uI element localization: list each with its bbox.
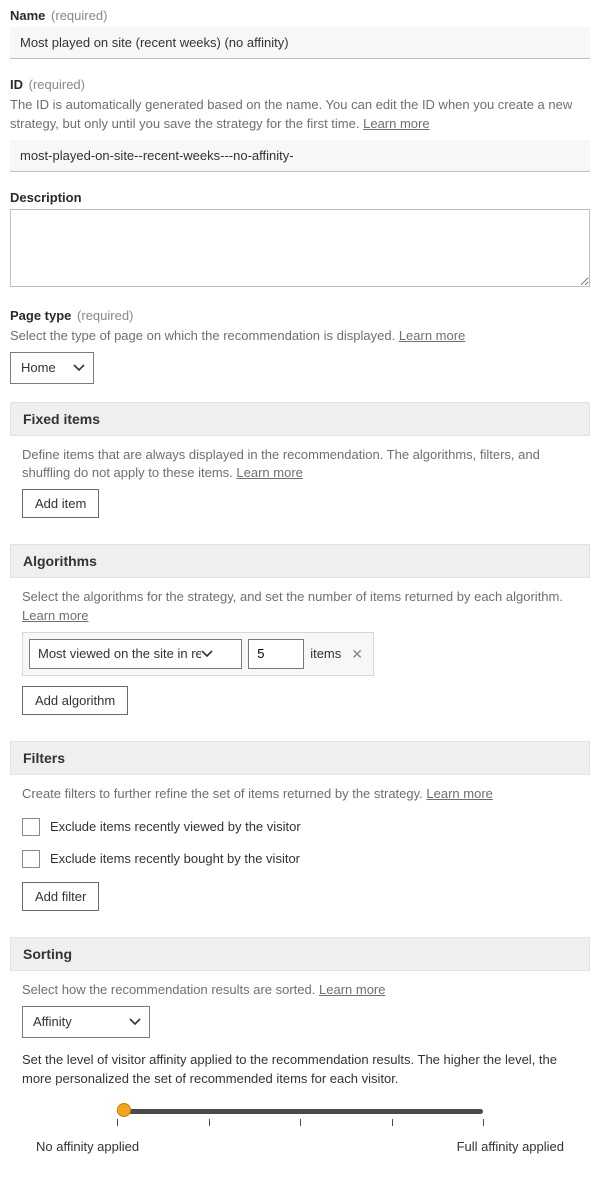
affinity-description: Set the level of visitor affinity applie…	[22, 1050, 578, 1089]
slider-thumb[interactable]	[117, 1103, 131, 1117]
name-input[interactable]	[10, 27, 590, 59]
affinity-slider[interactable]	[117, 1107, 483, 1117]
name-label: Name (required)	[10, 8, 590, 23]
page-type-required: (required)	[77, 308, 133, 323]
sorting-header: Sorting	[10, 937, 590, 971]
description-field: Description	[10, 190, 590, 290]
id-label: ID (required)	[10, 77, 590, 92]
add-item-button[interactable]: Add item	[22, 489, 99, 518]
chevron-down-icon	[201, 650, 213, 658]
slider-tick	[300, 1119, 301, 1126]
sorting-body: Select how the recommendation results ar…	[10, 971, 590, 1170]
algorithms-header: Algorithms	[10, 544, 590, 578]
page-type-value: Home	[21, 360, 56, 375]
description-label-text: Description	[10, 190, 82, 205]
id-help-text: The ID is automatically generated based …	[10, 97, 572, 131]
fixed-items-header: Fixed items	[10, 402, 590, 436]
exclude-viewed-checkbox[interactable]	[22, 818, 40, 836]
exclude-bought-row: Exclude items recently bought by the vis…	[22, 850, 578, 868]
exclude-bought-checkbox[interactable]	[22, 850, 40, 868]
slider-labels: No affinity applied Full affinity applie…	[22, 1139, 578, 1154]
slider-tick	[483, 1119, 484, 1126]
algorithms-learn-more-link[interactable]: Learn more	[22, 608, 88, 623]
filters-body: Create filters to further refine the set…	[10, 775, 590, 927]
filters-help-text: Create filters to further refine the set…	[22, 786, 423, 801]
description-label: Description	[10, 190, 590, 205]
id-label-text: ID	[10, 77, 23, 92]
sorting-select[interactable]: Affinity	[22, 1006, 150, 1038]
algorithm-items-label: items	[310, 646, 341, 661]
filters-header: Filters	[10, 741, 590, 775]
id-learn-more-link[interactable]: Learn more	[363, 116, 429, 131]
algorithms-help-text: Select the algorithms for the strategy, …	[22, 589, 563, 604]
algorithm-row: Most viewed on the site in recent weeks …	[22, 632, 374, 676]
name-label-text: Name	[10, 8, 45, 23]
page-type-learn-more-link[interactable]: Learn more	[399, 328, 465, 343]
filters-help: Create filters to further refine the set…	[22, 785, 578, 804]
fixed-items-learn-more-link[interactable]: Learn more	[236, 465, 302, 480]
chevron-down-icon	[73, 364, 85, 372]
slider-track	[117, 1109, 483, 1114]
exclude-viewed-label: Exclude items recently viewed by the vis…	[50, 819, 301, 834]
slider-tick	[117, 1119, 118, 1126]
algorithm-count-input[interactable]	[248, 639, 304, 669]
sorting-help-text: Select how the recommendation results ar…	[22, 982, 315, 997]
page-type-field: Page type (required) Select the type of …	[10, 308, 590, 384]
chevron-down-icon	[129, 1018, 141, 1026]
slider-max-label: Full affinity applied	[457, 1139, 564, 1154]
page-type-select[interactable]: Home	[10, 352, 94, 384]
add-algorithm-button[interactable]: Add algorithm	[22, 686, 128, 715]
id-field: ID (required) The ID is automatically ge…	[10, 77, 590, 172]
filters-learn-more-link[interactable]: Learn more	[426, 786, 492, 801]
slider-min-label: No affinity applied	[36, 1139, 139, 1154]
page-type-label-text: Page type	[10, 308, 71, 323]
id-input[interactable]	[10, 140, 590, 172]
add-filter-button[interactable]: Add filter	[22, 882, 99, 911]
algorithms-help: Select the algorithms for the strategy, …	[22, 588, 578, 626]
description-textarea[interactable]	[10, 209, 590, 287]
sorting-learn-more-link[interactable]: Learn more	[319, 982, 385, 997]
name-field: Name (required)	[10, 8, 590, 59]
remove-algorithm-icon[interactable]: ✕	[347, 647, 367, 661]
algorithms-body: Select the algorithms for the strategy, …	[10, 578, 590, 731]
exclude-bought-label: Exclude items recently bought by the vis…	[50, 851, 300, 866]
algorithm-select[interactable]: Most viewed on the site in recent weeks	[29, 639, 242, 669]
page-type-help-text: Select the type of page on which the rec…	[10, 328, 395, 343]
exclude-viewed-row: Exclude items recently viewed by the vis…	[22, 818, 578, 836]
fixed-items-body: Define items that are always displayed i…	[10, 436, 590, 535]
sorting-value: Affinity	[33, 1014, 72, 1029]
slider-tick	[392, 1119, 393, 1126]
id-required: (required)	[29, 77, 85, 92]
fixed-items-help: Define items that are always displayed i…	[22, 446, 578, 484]
algorithm-value: Most viewed on the site in recent weeks	[38, 646, 201, 661]
page-type-help: Select the type of page on which the rec…	[10, 327, 590, 346]
id-help: The ID is automatically generated based …	[10, 96, 590, 134]
sorting-help: Select how the recommendation results ar…	[22, 981, 578, 1000]
slider-ticks	[117, 1119, 483, 1129]
page-type-label: Page type (required)	[10, 308, 590, 323]
slider-tick	[209, 1119, 210, 1126]
name-required: (required)	[51, 8, 107, 23]
